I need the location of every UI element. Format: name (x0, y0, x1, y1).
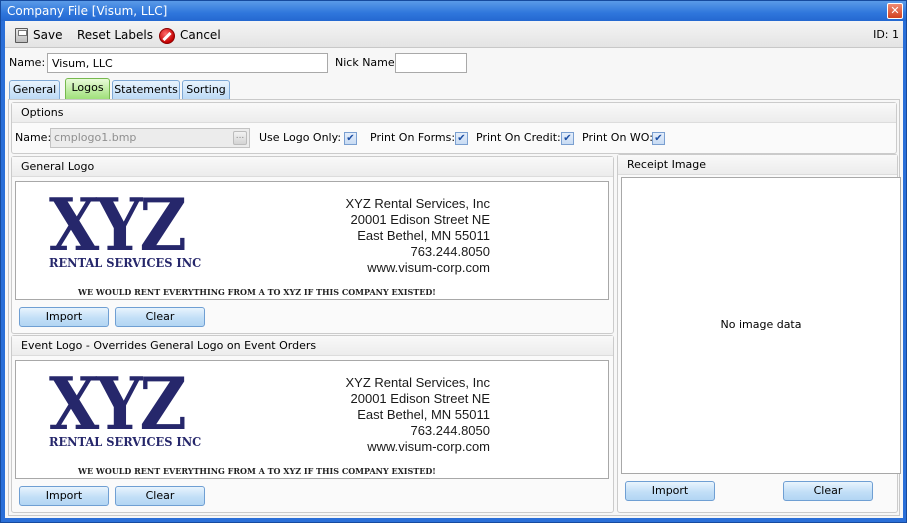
window-client: Save Reset Labels Cancel ID: 1 Name: Nic… (5, 21, 903, 518)
address-line: East Bethel, MN 55011 (357, 228, 490, 243)
cancel-icon (159, 27, 175, 44)
print-on-forms-checkbox[interactable]: ✔ (455, 132, 468, 145)
general-logo-group: General Logo XYZ RENTAL SERVICES INC XYZ… (11, 156, 614, 334)
logo-name-label: Name: (15, 131, 52, 144)
no-image-text: No image data (720, 317, 802, 331)
nick-name-label: Nick Name: (335, 56, 399, 69)
address-line: XYZ Rental Services, Inc (345, 196, 491, 211)
logo-subtitle: RENTAL SERVICES INC (49, 435, 202, 449)
title-bar: Company File [Visum, LLC] ✕ (1, 1, 906, 21)
receipt-import-button[interactable]: Import (625, 481, 715, 501)
general-logo-clear-button[interactable]: Clear (115, 307, 205, 327)
address-line: East Bethel, MN 55011 (357, 407, 490, 422)
address-line: 20001 Edison Street NE (350, 212, 490, 227)
tab-statements[interactable]: Statements (112, 80, 180, 99)
logo-xyz-text: XYZ (49, 361, 187, 446)
event-logo-image: XYZ RENTAL SERVICES INC XYZ Rental Servi… (15, 360, 609, 479)
receipt-image-header: Receipt Image (618, 155, 897, 175)
floppy-disk-icon (15, 28, 28, 43)
general-logo-import-button[interactable]: Import (19, 307, 109, 327)
logo-subtitle: RENTAL SERVICES INC (49, 256, 202, 270)
event-logo-import-button[interactable]: Import (19, 486, 109, 506)
close-icon[interactable]: ✕ (887, 3, 903, 19)
print-on-wo-checkbox[interactable]: ✔ (652, 132, 665, 145)
general-logo-header: General Logo (12, 157, 613, 177)
company-file-window: Company File [Visum, LLC] ✕ Save Reset L… (0, 0, 907, 523)
use-logo-only-checkbox[interactable]: ✔ (344, 132, 357, 145)
logo-file-name: cmplogo1.bmp (54, 131, 137, 144)
address-line: XYZ Rental Services, Inc (345, 375, 491, 390)
general-logo-image: XYZ RENTAL SERVICES INC XYZ Rental Servi… (15, 181, 609, 300)
address-line: 763.244.8050 (410, 244, 490, 259)
name-row: Name: Nick Name: (5, 53, 903, 75)
address-line: 763.244.8050 (410, 423, 490, 438)
name-label: Name: (9, 56, 46, 69)
event-logo-group: Event Logo - Overrides General Logo on E… (11, 335, 614, 513)
print-on-wo-label: Print On WO: (582, 131, 653, 144)
receipt-image-box: No image data (621, 177, 901, 474)
logo-file-field[interactable]: cmplogo1.bmp ... (50, 128, 250, 148)
address-line: 20001 Edison Street NE (350, 391, 490, 406)
print-on-credit-label: Print On Credit: (476, 131, 561, 144)
logo-address: XYZ Rental Services, Inc 20001 Edison St… (346, 196, 491, 276)
logos-tab-panel: Options Name: cmplogo1.bmp ... Use Logo … (8, 99, 901, 516)
tab-general[interactable]: General (9, 80, 60, 99)
window-title: Company File [Visum, LLC] (7, 4, 168, 18)
nick-name-input[interactable] (395, 53, 467, 73)
toolbar: Save Reset Labels Cancel ID: 1 (5, 21, 903, 48)
options-group: Options Name: cmplogo1.bmp ... Use Logo … (11, 102, 897, 154)
cancel-button[interactable]: Cancel (159, 25, 221, 45)
name-input[interactable] (47, 53, 328, 73)
logo-mark: XYZ RENTAL SERVICES INC (49, 182, 219, 271)
logo-xyz-text: XYZ (49, 182, 187, 267)
address-line: www.visum-corp.com (367, 439, 490, 454)
event-logo-header: Event Logo - Overrides General Logo on E… (12, 336, 613, 356)
options-row: Name: cmplogo1.bmp ... Use Logo Only: ✔ … (12, 128, 896, 148)
logo-tagline: WE WOULD RENT EVERYTHING FROM A TO XYZ I… (78, 466, 436, 476)
tab-sorting[interactable]: Sorting (182, 80, 230, 99)
logo-mark: XYZ RENTAL SERVICES INC (49, 361, 219, 450)
use-logo-only-label: Use Logo Only: (259, 131, 342, 144)
save-button[interactable]: Save (15, 25, 62, 45)
reset-labels-label: Reset Labels (77, 28, 153, 42)
save-label: Save (33, 28, 63, 42)
event-logo-clear-button[interactable]: Clear (115, 486, 205, 506)
receipt-image-group: Receipt Image No image data Import Clear (617, 154, 901, 513)
receipt-clear-button[interactable]: Clear (783, 481, 873, 501)
browse-button[interactable]: ... (233, 131, 247, 145)
print-on-forms-label: Print On Forms: (370, 131, 456, 144)
reset-labels-button[interactable]: Reset Labels (77, 25, 153, 45)
cancel-label: Cancel (180, 28, 221, 42)
logo-address: XYZ Rental Services, Inc 20001 Edison St… (346, 375, 491, 455)
logo-tagline: WE WOULD RENT EVERYTHING FROM A TO XYZ I… (78, 287, 436, 297)
tab-logos[interactable]: Logos (65, 78, 110, 99)
address-line: www.visum-corp.com (367, 260, 490, 275)
print-on-credit-checkbox[interactable]: ✔ (561, 132, 574, 145)
record-id: ID: 1 (873, 28, 899, 41)
options-header: Options (12, 103, 896, 123)
